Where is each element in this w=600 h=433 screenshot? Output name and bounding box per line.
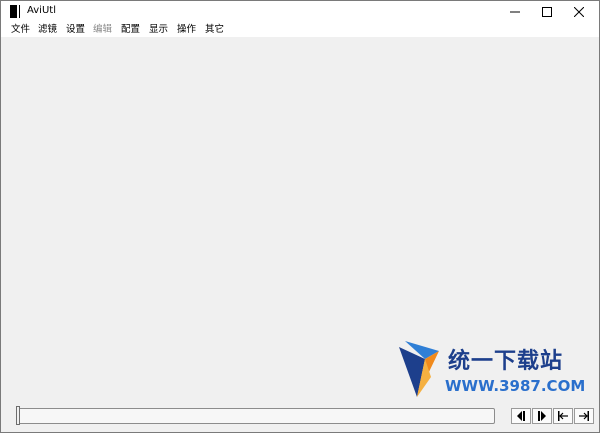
menu-edit[interactable]: 编辑 <box>93 23 112 37</box>
menu-view[interactable]: 显示 <box>149 23 168 37</box>
menu-settings[interactable]: 设置 <box>66 23 85 37</box>
timeline-slider[interactable] <box>17 408 495 424</box>
go-to-start-icon <box>558 411 568 421</box>
step-back-icon <box>517 411 525 421</box>
step-forward-button[interactable] <box>532 408 552 424</box>
go-to-end-icon <box>579 411 589 421</box>
close-icon <box>574 7 584 17</box>
window-title: AviUtl <box>27 5 56 16</box>
watermark-url: WWW.3987.COM <box>445 377 586 395</box>
watermark-emblem-icon <box>399 341 439 397</box>
timeline-slider-thumb[interactable] <box>16 406 20 425</box>
menu-operation[interactable]: 操作 <box>177 23 196 37</box>
menu-bar: 文件 滤镜 设置 编辑 配置 显示 操作 其它 <box>1 23 599 37</box>
app-window: AviUtl 文件 滤镜 设置 编辑 配置 显示 操作 其它 统一下载站 WWW… <box>0 0 600 433</box>
step-forward-icon <box>538 411 546 421</box>
step-back-button[interactable] <box>511 408 531 424</box>
preview-area: 统一下载站 WWW.3987.COM <box>1 37 599 432</box>
watermark-title: 统一下载站 <box>448 349 564 374</box>
menu-file[interactable]: 文件 <box>11 23 30 37</box>
minimize-button[interactable] <box>499 1 531 23</box>
menu-other[interactable]: 其它 <box>205 23 224 37</box>
minimize-icon <box>510 11 520 13</box>
app-icon <box>10 5 20 18</box>
title-bar[interactable]: AviUtl <box>1 1 599 23</box>
go-to-start-button[interactable] <box>553 408 573 424</box>
menu-filter[interactable]: 滤镜 <box>38 23 57 37</box>
go-to-end-button[interactable] <box>574 408 594 424</box>
maximize-icon <box>542 7 552 17</box>
watermark-logo: 统一下载站 WWW.3987.COM <box>395 337 585 403</box>
menu-profile[interactable]: 配置 <box>121 23 140 37</box>
close-button[interactable] <box>563 1 595 23</box>
maximize-button[interactable] <box>531 1 563 23</box>
